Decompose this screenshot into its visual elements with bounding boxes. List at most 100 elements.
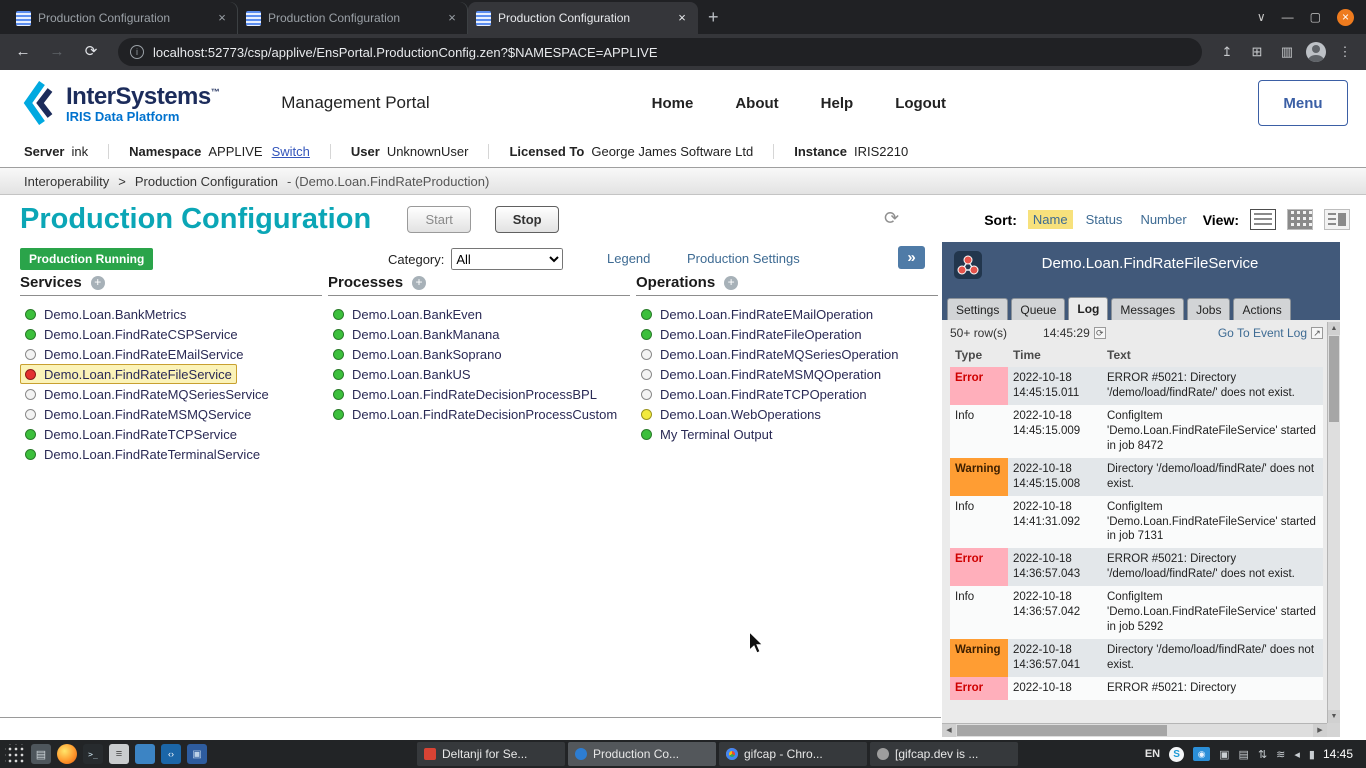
config-item[interactable]: Demo.Loan.FindRateMQSeriesService <box>20 384 274 404</box>
config-item[interactable]: Demo.Loan.BankManana <box>328 324 504 344</box>
app-menu-icon[interactable] <box>5 744 25 764</box>
breadcrumb-root-link[interactable]: Interoperability <box>24 174 109 189</box>
sync-icon[interactable]: ⇅ <box>1258 748 1267 761</box>
config-item[interactable]: Demo.Loan.BankUS <box>328 364 476 384</box>
forward-icon[interactable]: → <box>44 39 70 65</box>
scroll-right-icon[interactable]: ▶ <box>1313 724 1327 737</box>
terminal-icon[interactable]: >_ <box>83 744 103 764</box>
panel-tab[interactable]: Jobs <box>1187 298 1230 320</box>
config-item[interactable]: Demo.Loan.FindRateDecisionProcessBPL <box>328 384 602 404</box>
scroll-left-icon[interactable]: ◀ <box>942 724 956 737</box>
address-bar[interactable]: i localhost:52773/csp/applive/EnsPortal.… <box>118 38 1202 66</box>
close-icon[interactable]: × <box>1337 9 1354 26</box>
config-item[interactable]: Demo.Loan.WebOperations <box>636 404 826 424</box>
production-settings-link[interactable]: Production Settings <box>687 251 800 266</box>
power-icon[interactable]: ▮ <box>1309 748 1315 761</box>
browser-tab[interactable]: Production Configuration × <box>8 2 238 34</box>
sort-option[interactable]: Number <box>1135 210 1191 229</box>
category-select[interactable]: All <box>451 248 563 270</box>
back-icon[interactable]: ← <box>10 39 36 65</box>
config-item[interactable]: Demo.Loan.FindRateTCPService <box>20 424 242 444</box>
taskbar-window-button[interactable]: gifcap - Chro... <box>719 742 867 766</box>
event-log-link[interactable]: Go To Event Log <box>1218 326 1307 340</box>
firefox-icon[interactable] <box>57 744 77 764</box>
share-icon[interactable]: ↥ <box>1216 44 1238 60</box>
config-item[interactable]: Demo.Loan.FindRateFileService <box>20 364 237 384</box>
config-item[interactable]: Demo.Loan.BankSoprano <box>328 344 507 364</box>
config-item[interactable]: Demo.Loan.BankMetrics <box>20 304 191 324</box>
extensions-icon[interactable]: ⊞ <box>1246 44 1268 60</box>
browser-menu-icon[interactable]: ⋮ <box>1334 44 1356 60</box>
add-operation-icon[interactable]: + <box>724 276 738 290</box>
horizontal-scrollbar[interactable]: ◀ ▶ <box>942 723 1327 737</box>
recorder-icon[interactable]: ▣ <box>1219 748 1229 761</box>
scroll-down-icon[interactable]: ▼ <box>1328 710 1340 723</box>
side-panel-icon[interactable]: ▥ <box>1276 44 1298 60</box>
folder-icon[interactable] <box>135 744 155 764</box>
panel-tab[interactable]: Messages <box>1111 298 1184 320</box>
portal-nav-link[interactable]: About <box>735 95 778 112</box>
panel-tab[interactable]: Log <box>1068 297 1108 320</box>
reload-icon[interactable]: ⟳ <box>78 39 104 65</box>
code-icon[interactable]: ‹› <box>161 744 181 764</box>
language-indicator[interactable]: EN <box>1145 748 1160 760</box>
view-list-icon[interactable] <box>1250 209 1276 230</box>
config-item[interactable]: Demo.Loan.FindRateEMailService <box>20 344 248 364</box>
taskbar-window-button[interactable]: [gifcap.dev is ... <box>870 742 1018 766</box>
portal-nav-link[interactable]: Help <box>821 95 854 112</box>
clock[interactable]: 14:45 <box>1323 747 1353 761</box>
menu-button[interactable]: Menu <box>1258 80 1348 126</box>
scroll-up-icon[interactable]: ▲ <box>1328 322 1340 335</box>
tab-close-icon[interactable]: × <box>674 10 690 26</box>
new-tab-button[interactable]: + <box>698 7 729 34</box>
config-item[interactable]: Demo.Loan.FindRateFileOperation <box>636 324 867 344</box>
tab-close-icon[interactable]: × <box>444 10 460 26</box>
browser-tab[interactable]: Production Configuration × <box>468 2 698 34</box>
config-item[interactable]: Demo.Loan.BankEven <box>328 304 487 324</box>
view-split-icon[interactable] <box>1324 209 1350 230</box>
portal-nav-link[interactable]: Home <box>652 95 694 112</box>
sort-option[interactable]: Status <box>1081 210 1128 229</box>
legend-link[interactable]: Legend <box>607 251 650 266</box>
taskbar-window-button[interactable]: Production Co... <box>568 742 716 766</box>
browser-tab[interactable]: Production Configuration × <box>238 2 468 34</box>
start-button[interactable]: Start <box>407 206 471 233</box>
config-item[interactable]: Demo.Loan.FindRateTerminalService <box>20 444 265 464</box>
config-item[interactable]: Demo.Loan.FindRateDecisionProcessCustom <box>328 404 622 424</box>
panel-tab[interactable]: Settings <box>947 298 1008 320</box>
config-item[interactable]: Demo.Loan.FindRateMSMQService <box>20 404 256 424</box>
minimize-icon[interactable]: — <box>1282 10 1294 24</box>
auto-refresh-icon[interactable]: ⟳ <box>884 208 899 229</box>
editor-icon[interactable]: ≡ <box>109 744 129 764</box>
display-icon[interactable]: ▤ <box>1239 748 1249 761</box>
portal-nav-link[interactable]: Logout <box>895 95 946 112</box>
add-process-icon[interactable]: + <box>412 276 426 290</box>
skype-icon[interactable]: S <box>1169 747 1184 762</box>
scrollbar-thumb[interactable] <box>1329 336 1339 422</box>
config-item[interactable]: Demo.Loan.FindRateEMailOperation <box>636 304 878 324</box>
apps-icon[interactable]: ▣ <box>187 744 207 764</box>
config-item[interactable]: Demo.Loan.FindRateCSPService <box>20 324 243 344</box>
add-service-icon[interactable]: + <box>91 276 105 290</box>
config-item[interactable]: Demo.Loan.FindRateMQSeriesOperation <box>636 344 903 364</box>
switch-link[interactable]: Switch <box>272 144 310 159</box>
config-item[interactable]: Demo.Loan.FindRateTCPOperation <box>636 384 872 404</box>
view-grid-icon[interactable] <box>1287 209 1313 230</box>
site-info-icon[interactable]: i <box>130 45 144 59</box>
panel-tab[interactable]: Actions <box>1233 298 1290 320</box>
file-manager-icon[interactable]: ▤ <box>31 744 51 764</box>
panel-tab[interactable]: Queue <box>1011 298 1065 320</box>
stop-button[interactable]: Stop <box>495 206 559 233</box>
config-item[interactable]: Demo.Loan.FindRateMSMQOperation <box>636 364 886 384</box>
scrollbar-thumb[interactable] <box>957 725 1167 736</box>
maximize-icon[interactable]: ▢ <box>1310 10 1321 24</box>
config-item[interactable]: My Terminal Output <box>636 424 777 444</box>
sort-option[interactable]: Name <box>1028 210 1073 229</box>
profile-avatar[interactable] <box>1306 42 1326 62</box>
vertical-scrollbar[interactable]: ▲ ▼ <box>1327 322 1340 723</box>
network-icon[interactable]: ≋ <box>1276 748 1285 761</box>
tab-close-icon[interactable]: × <box>214 10 230 26</box>
camera-icon[interactable]: ◉ <box>1193 747 1210 761</box>
refresh-icon[interactable]: ⟳ <box>1094 327 1106 339</box>
volume-icon[interactable]: ◂ <box>1294 748 1300 761</box>
